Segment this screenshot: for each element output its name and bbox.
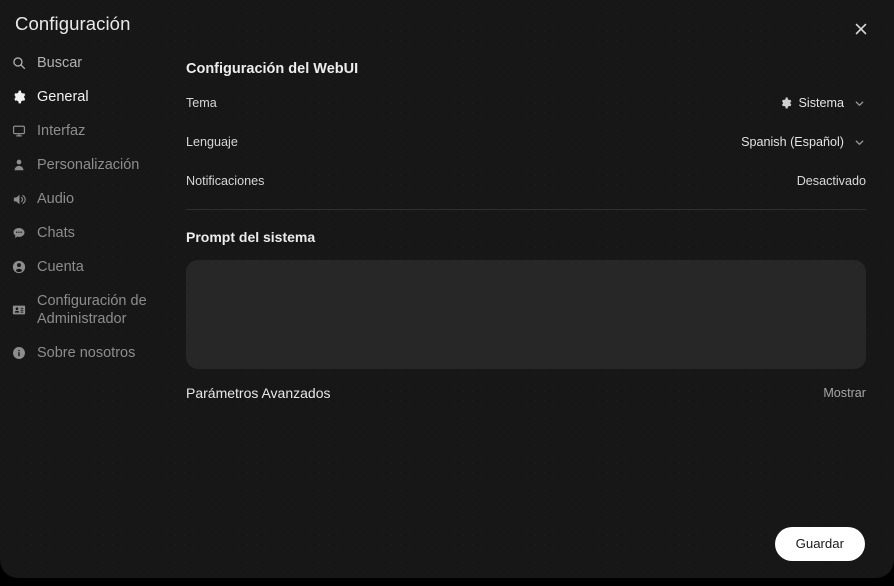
sidebar-item-chats[interactable]: Chats [0, 220, 186, 246]
setting-row-tema: Tema Sistema [186, 88, 866, 118]
setting-label: Notificaciones [186, 174, 265, 188]
setting-label: Lenguaje [186, 135, 238, 149]
advanced-params-toggle[interactable]: Mostrar [823, 386, 866, 400]
theme-dropdown[interactable]: Sistema [780, 96, 867, 110]
sidebar-item-audio[interactable]: Audio [0, 186, 186, 212]
chevron-down-icon [852, 135, 866, 149]
theme-value: Sistema [798, 96, 845, 110]
advanced-params-label: Parámetros Avanzados [186, 385, 331, 401]
sidebar-item-label: Audio [37, 191, 75, 207]
notifications-toggle[interactable]: Desactivado [797, 174, 866, 188]
settings-content: Configuración del WebUI Tema Sistema Len… [186, 48, 894, 578]
account-circle-icon [11, 259, 27, 275]
section-title-webui: Configuración del WebUI [186, 61, 359, 77]
id-card-icon [11, 302, 27, 318]
modal-titlebar: Configuración [0, 0, 894, 48]
sidebar-item-interfaz[interactable]: Interfaz [0, 118, 186, 144]
settings-modal: Configuración Buscar General Interfaz Pe… [0, 0, 894, 578]
sidebar-item-admin[interactable]: Configuración de Administrador [0, 288, 186, 332]
setting-label: Tema [186, 96, 217, 110]
gear-icon [780, 97, 793, 110]
sidebar-item-label: Chats [37, 225, 75, 241]
language-dropdown[interactable]: Spanish (Español) [741, 135, 866, 149]
setting-row-lenguaje: Lenguaje Spanish (Español) [186, 127, 866, 157]
info-icon [11, 345, 27, 361]
system-prompt-title: Prompt del sistema [186, 229, 316, 245]
sidebar-item-label: Sobre nosotros [37, 345, 136, 361]
system-prompt-input[interactable] [186, 260, 866, 369]
language-value: Spanish (Español) [741, 135, 844, 149]
save-button[interactable]: Guardar [774, 527, 865, 561]
general-settings-panel: Configuración del WebUI Tema Sistema Len… [186, 59, 866, 401]
sidebar-item-general[interactable]: General [0, 84, 186, 110]
sidebar-item-label: Buscar [37, 55, 83, 71]
sidebar-item-cuenta[interactable]: Cuenta [0, 254, 186, 280]
advanced-params-row: Parámetros Avanzados Mostrar [186, 385, 866, 401]
modal-body: Buscar General Interfaz Personalización … [0, 48, 894, 578]
sidebar-item-label: Personalización [37, 157, 140, 173]
chat-icon [11, 225, 27, 241]
chevron-down-icon [852, 96, 866, 110]
gear-icon [11, 89, 27, 105]
page-title: Configuración [15, 13, 131, 34]
sidebar-item-personalizacion[interactable]: Personalización [0, 152, 186, 178]
person-icon [11, 157, 27, 173]
sidebar-item-label: Configuración de Administrador [37, 293, 147, 327]
sidebar-item-sobre-nosotros[interactable]: Sobre nosotros [0, 340, 186, 366]
monitor-icon [11, 123, 27, 139]
settings-sidebar: Buscar General Interfaz Personalización … [0, 48, 186, 578]
modal-footer: Guardar [774, 527, 865, 561]
section-divider [186, 209, 866, 210]
sidebar-item-label: General [37, 89, 89, 105]
sidebar-item-buscar[interactable]: Buscar [0, 50, 186, 76]
sidebar-item-label: Cuenta [37, 259, 84, 275]
close-icon[interactable] [851, 19, 871, 39]
speaker-icon [11, 191, 27, 207]
setting-row-notificaciones: Notificaciones Desactivado [186, 166, 866, 196]
search-icon [11, 55, 27, 71]
sidebar-item-label: Interfaz [37, 123, 86, 139]
